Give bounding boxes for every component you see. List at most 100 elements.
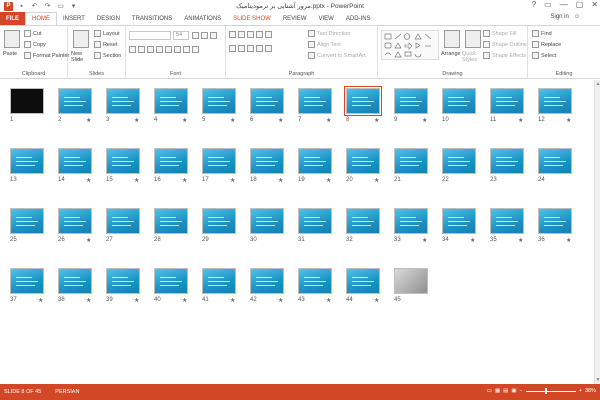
align-buttons[interactable] <box>229 45 272 52</box>
animation-star-icon[interactable]: ★ <box>566 237 571 244</box>
slide-thumbnail[interactable] <box>298 208 332 234</box>
slide-thumbnail[interactable] <box>58 88 92 114</box>
slide-thumbnail[interactable] <box>442 148 476 174</box>
animation-star-icon[interactable]: ★ <box>566 117 571 124</box>
animation-star-icon[interactable]: ★ <box>326 117 331 124</box>
animation-star-icon[interactable]: ★ <box>326 177 331 184</box>
text-direction-button[interactable]: Text Direction <box>308 30 350 37</box>
slide-thumbnail[interactable] <box>154 268 188 294</box>
shapes-gallery[interactable] <box>381 30 439 60</box>
animation-star-icon[interactable]: ★ <box>86 177 91 184</box>
layout-button[interactable]: Layout <box>94 30 120 37</box>
arrange-button[interactable]: Arrange <box>441 51 461 57</box>
quick-styles-button[interactable]: Quick Styles <box>462 51 484 63</box>
animation-star-icon[interactable]: ★ <box>182 177 187 184</box>
slide-thumbnail[interactable] <box>394 208 428 234</box>
slide-thumbnail[interactable] <box>250 208 284 234</box>
slide-thumbnail[interactable] <box>202 268 236 294</box>
zoom-out-icon[interactable]: − <box>520 388 523 394</box>
quick-styles-icon[interactable] <box>465 30 481 48</box>
sorter-view-icon[interactable]: ▦ <box>495 388 500 394</box>
convert-smartart-button[interactable]: Convert to SmartArt <box>308 52 366 59</box>
animation-star-icon[interactable]: ★ <box>374 177 379 184</box>
find-button[interactable]: Find <box>532 30 552 37</box>
slide-thumbnail[interactable] <box>202 88 236 114</box>
animation-star-icon[interactable]: ★ <box>230 297 235 304</box>
slide-thumbnail[interactable] <box>394 268 428 294</box>
slideshow-view-icon[interactable]: ▣ <box>511 388 516 394</box>
animation-star-icon[interactable]: ★ <box>278 177 283 184</box>
slide-thumbnail[interactable] <box>298 268 332 294</box>
tab-home[interactable]: HOME <box>25 12 57 25</box>
slide-thumbnail[interactable] <box>106 268 140 294</box>
animation-star-icon[interactable]: ★ <box>278 117 283 124</box>
zoom-level[interactable]: 38% <box>585 388 596 394</box>
slide-thumbnail[interactable] <box>442 88 476 114</box>
tab-design[interactable]: DESIGN <box>91 12 126 25</box>
signin-link[interactable]: Sign in <box>551 14 569 20</box>
zoom-in-icon[interactable]: + <box>579 388 582 394</box>
slide-thumbnail[interactable] <box>250 88 284 114</box>
slide-thumbnail[interactable] <box>490 148 524 174</box>
shape-outline-button[interactable]: Shape Outline <box>483 41 527 48</box>
slide-thumbnail[interactable] <box>250 268 284 294</box>
slide-thumbnail[interactable] <box>346 148 380 174</box>
tab-insert[interactable]: INSERT <box>57 12 91 25</box>
animation-star-icon[interactable]: ★ <box>134 177 139 184</box>
slide-thumbnail[interactable] <box>58 268 92 294</box>
scroll-up-icon[interactable]: ▲ <box>595 81 600 87</box>
slide-thumbnail[interactable] <box>490 88 524 114</box>
slide-thumbnail[interactable] <box>154 208 188 234</box>
slide-thumbnail[interactable] <box>106 88 140 114</box>
slide-thumbnail[interactable] <box>394 148 428 174</box>
maximize-button[interactable]: ▢ <box>576 0 584 9</box>
tab-slide-show[interactable]: SLIDE SHOW <box>227 12 277 25</box>
animation-star-icon[interactable]: ★ <box>374 117 379 124</box>
animation-star-icon[interactable]: ★ <box>422 117 427 124</box>
animation-star-icon[interactable]: ★ <box>86 117 91 124</box>
animation-star-icon[interactable]: ★ <box>422 237 427 244</box>
shape-fill-button[interactable]: Shape Fill <box>483 30 516 37</box>
section-button[interactable]: Section <box>94 52 121 59</box>
slide-thumbnail[interactable] <box>394 88 428 114</box>
scroll-down-icon[interactable]: ▼ <box>595 377 600 383</box>
animation-star-icon[interactable]: ★ <box>518 117 523 124</box>
slide-thumbnail[interactable] <box>538 208 572 234</box>
font-name-input[interactable] <box>129 31 171 40</box>
vertical-scrollbar[interactable]: ▲ ▼ <box>594 80 600 384</box>
tab-file[interactable]: FILE <box>0 12 25 25</box>
language-status[interactable]: PERSIAN <box>55 389 79 395</box>
slide-thumbnail[interactable] <box>106 208 140 234</box>
tab-add-ins[interactable]: ADD-INS <box>340 12 377 25</box>
close-button[interactable]: ✕ <box>591 0 598 9</box>
slide-thumbnail[interactable] <box>106 148 140 174</box>
slide-thumbnail[interactable] <box>538 148 572 174</box>
zoom-slider[interactable] <box>525 387 576 394</box>
slide-thumbnail[interactable] <box>490 208 524 234</box>
slide-thumbnail[interactable] <box>538 88 572 114</box>
arrange-icon[interactable] <box>444 30 460 48</box>
tab-review[interactable]: REVIEW <box>277 12 313 25</box>
animation-star-icon[interactable]: ★ <box>86 297 91 304</box>
format-painter-button[interactable]: Format Painter <box>24 52 69 59</box>
align-text-button[interactable]: Align Text <box>308 41 341 48</box>
new-slide-icon[interactable] <box>73 30 89 48</box>
replace-button[interactable]: Replace <box>532 41 561 48</box>
animation-star-icon[interactable]: ★ <box>86 237 91 244</box>
slide-thumbnail[interactable] <box>58 148 92 174</box>
animation-star-icon[interactable]: ★ <box>230 177 235 184</box>
paste-button[interactable]: Paste <box>3 51 17 57</box>
slide-thumbnail[interactable] <box>10 268 44 294</box>
slide-thumbnail[interactable] <box>346 268 380 294</box>
select-button[interactable]: Select <box>532 52 556 59</box>
shape-effects-button[interactable]: Shape Effects <box>483 52 526 59</box>
copy-button[interactable]: Copy <box>24 41 46 48</box>
animation-star-icon[interactable]: ★ <box>470 237 475 244</box>
smiley-feedback-icon[interactable]: ☺ <box>574 14 580 20</box>
paste-icon[interactable] <box>4 30 20 48</box>
animation-star-icon[interactable]: ★ <box>38 297 43 304</box>
normal-view-icon[interactable]: ▭ <box>487 388 492 394</box>
ribbon-display-icon[interactable]: ▭ <box>544 0 552 9</box>
slide-thumbnail[interactable] <box>202 148 236 174</box>
animation-star-icon[interactable]: ★ <box>374 297 379 304</box>
